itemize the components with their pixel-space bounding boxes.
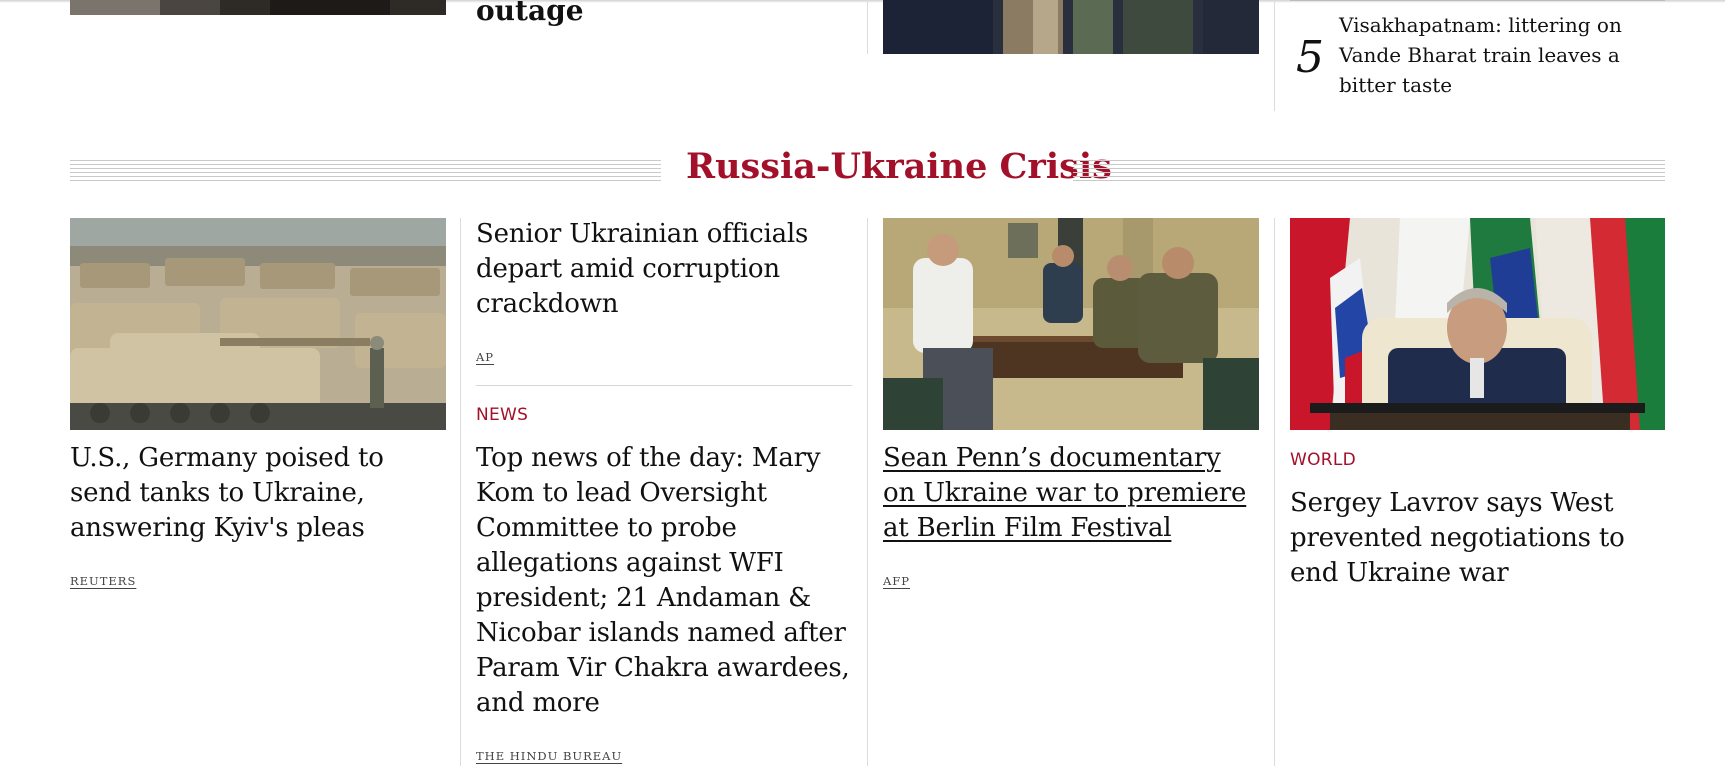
section-kicker[interactable]: NEWS	[476, 405, 528, 425]
story-image-penn-zelensky[interactable]	[883, 218, 1259, 430]
section-title[interactable]: Russia-Ukraine Crisis	[686, 146, 1112, 187]
story-source[interactable]: THE HINDU BUREAU	[476, 749, 622, 763]
column-divider	[460, 218, 461, 766]
prev-story-image-1[interactable]	[70, 0, 446, 15]
prev-story-image-2[interactable]	[883, 0, 1259, 54]
section-kicker[interactable]: WORLD	[1290, 450, 1356, 470]
story-headline[interactable]: Sergey Lavrov says West prevented negoti…	[1290, 486, 1650, 591]
story-source[interactable]: REUTERS	[70, 574, 136, 588]
story-image-tanks[interactable]	[70, 218, 446, 430]
story-headline[interactable]: Sean Penn’s documentary on Ukraine war t…	[883, 441, 1259, 546]
trending-top-rule	[1290, 0, 1665, 1]
story-headline[interactable]: Senior Ukrainian officials depart amid c…	[476, 217, 836, 322]
column-divider	[867, 218, 868, 766]
section-rule-left	[70, 160, 661, 181]
column-divider	[1274, 218, 1275, 766]
story-source[interactable]: AFP	[883, 574, 910, 588]
trending-left-rule	[1274, 0, 1275, 111]
section-rule-right	[1073, 160, 1665, 181]
story-separator	[476, 385, 852, 386]
trending-rank-number: 5	[1296, 32, 1324, 83]
column-divider	[867, 0, 868, 54]
prev-story-headline[interactable]: outage	[476, 0, 584, 28]
story-image-lavrov[interactable]	[1290, 218, 1665, 430]
story-headline[interactable]: U.S., Germany poised to send tanks to Uk…	[70, 441, 430, 546]
trending-headline[interactable]: Visakhapatnam: littering on Vande Bharat…	[1339, 10, 1639, 100]
story-headline[interactable]: Top news of the day: Mary Kom to lead Ov…	[476, 441, 852, 721]
story-source[interactable]: AP	[476, 350, 494, 364]
